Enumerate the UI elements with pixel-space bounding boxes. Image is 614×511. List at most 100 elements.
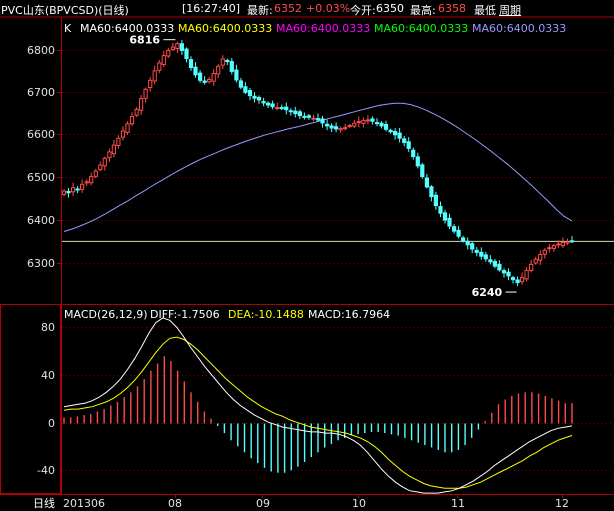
candle [139,94,144,115]
candle [297,109,302,120]
candle [193,62,198,78]
candle [415,152,420,169]
candle [379,121,384,129]
macd-tick-label: -40 [37,464,55,477]
candle [338,126,343,133]
candlesticks [61,39,575,287]
candle [202,76,207,85]
candle [247,88,253,101]
candle [157,59,162,74]
macd-tick-label: 0 [48,417,55,430]
candle [479,247,484,260]
candle [547,243,552,253]
candle [243,82,248,94]
candle [370,116,375,125]
candle [442,209,448,224]
candle [229,58,234,75]
candle [143,87,148,103]
candle [179,39,185,55]
candle [393,128,398,140]
dea-line [63,336,573,489]
candle [311,114,316,122]
candle [456,226,461,239]
candle [71,182,76,196]
candle [266,101,271,108]
kline-chart[interactable]: 6800 6700 6600 6500 6400 6300 80 40 0 -4… [0,0,614,511]
time-label: 201306 [63,497,105,510]
candle [261,97,266,107]
price-tick-label: 6700 [27,86,55,99]
ma-legend-item: MA60:6400.0333 [374,22,468,35]
price-tick-label: 6400 [27,214,55,227]
candle [120,126,126,141]
candle [365,115,370,125]
candle [497,260,502,272]
candle [488,255,493,265]
candle [565,238,570,246]
candle [529,259,534,273]
candle [148,76,153,92]
macd-tick-label: 80 [41,321,55,334]
time-label: 12 [555,497,569,510]
candle [134,107,139,117]
candle [129,112,135,126]
time-label: 11 [451,497,465,510]
time-label: 09 [256,497,270,510]
candle [211,69,216,86]
candle [325,119,330,131]
candle [388,128,393,134]
period-label[interactable]: 日线 [33,496,55,510]
candle [420,162,425,179]
candle [238,77,244,90]
candle [279,104,284,111]
candle [198,70,203,83]
candle [234,64,239,83]
candle [383,120,389,132]
price-tick-label: 6600 [27,128,55,141]
candle [483,251,488,262]
candle [66,188,71,198]
candle [306,114,311,120]
ma-legend-item: MA60:6400.0333 [178,22,272,35]
macd-value: MACD:16.7964 [308,308,390,321]
candle [111,140,117,158]
candle [515,276,520,287]
macd-label: MACD(26,12,9) [64,308,148,321]
candle [275,102,280,111]
candle [315,113,321,122]
candle [288,108,293,116]
candle [433,191,438,210]
high-annotation: 6816 [129,34,160,47]
macd-lines [63,317,573,494]
ma60-line [63,102,573,232]
candle [84,179,89,186]
candle [438,201,443,218]
candle [406,137,411,152]
candle [252,92,257,103]
candle [75,186,80,194]
candle [506,268,511,281]
candle [560,237,565,249]
low-annotation: 6240 [472,286,503,299]
candle [347,123,352,128]
candle [569,236,575,244]
candle [334,122,339,133]
candle [175,41,180,54]
candle [470,242,475,254]
candle [520,272,525,285]
candle [429,185,434,202]
macd-tick-label: 40 [41,369,55,382]
candle [302,112,307,120]
candle [474,247,479,257]
candle [492,258,497,269]
k-label: K [64,22,72,35]
candle [161,50,166,68]
macd-axis-labels: 80 40 0 -40 [37,321,55,477]
candle [125,121,130,135]
quote-chart-window: PVC山东(BPVCSD)(日线) [16:27:40] 最新: 6352 +0… [0,0,614,511]
time-axis: 201306 08 09 10 11 12 [63,497,569,510]
candle [343,123,348,131]
candle [397,128,402,143]
candle [256,95,262,104]
candle [524,267,529,282]
